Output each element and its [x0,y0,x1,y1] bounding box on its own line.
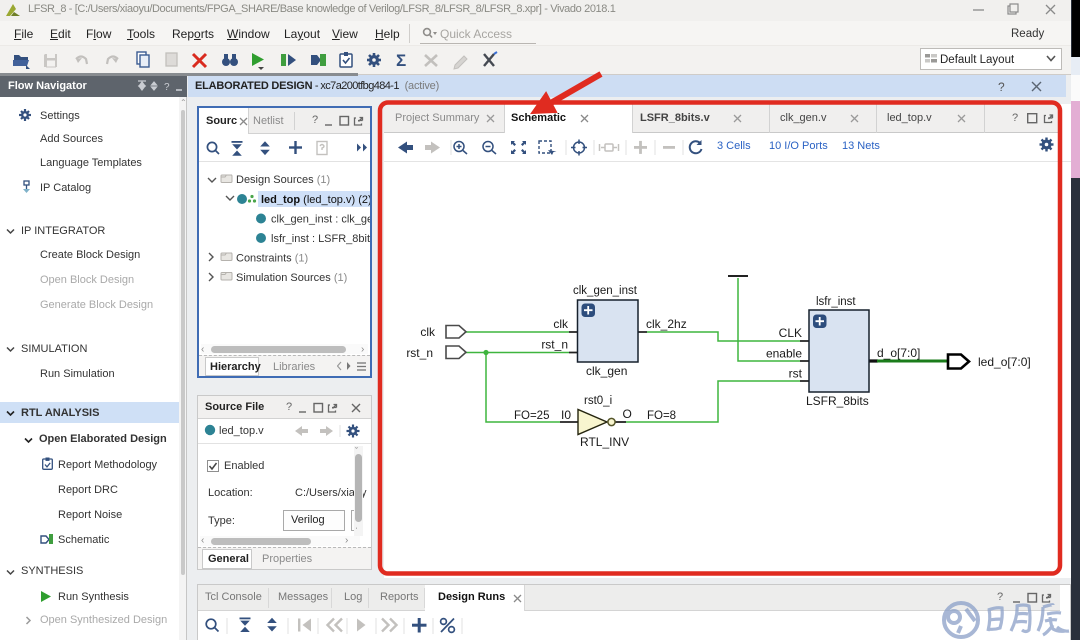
svg-text:RTL_INV: RTL_INV [580,435,629,449]
svg-text:clk: clk [420,325,436,339]
svg-text:Design Sources (1): Design Sources (1) [236,174,330,186]
svg-text:led_o[7:0]: led_o[7:0] [978,355,1031,369]
svg-text:Σ: Σ [396,51,406,70]
svg-text:clk_gen_inst: clk_gen_inst [573,285,638,297]
svg-text:I0: I0 [561,408,571,422]
svg-text:lsfr_inst : LSFR_8bits: lsfr_inst : LSFR_8bits [271,233,370,245]
svg-text:rst_n: rst_n [406,346,433,360]
svg-text:clk_gen_inst : clk_ger: clk_gen_inst : clk_ger [271,214,370,226]
svg-text:Simulation Sources (1): Simulation Sources (1) [236,272,347,284]
svg-text:FO=8: FO=8 [647,410,676,422]
svg-text:CLK: CLK [779,326,802,340]
svg-text:LSFR_8bits: LSFR_8bits [806,394,869,408]
svg-text:FO=25: FO=25 [514,410,549,422]
svg-text:rst: rst [789,367,803,381]
svg-text:clk_2hz: clk_2hz [646,317,687,331]
svg-text:rst_n: rst_n [541,338,568,352]
svg-text:d_o[7:0]: d_o[7:0] [877,346,920,360]
svg-text:?: ? [164,82,170,93]
svg-text:rst0_i: rst0_i [584,395,612,407]
svg-text:Constraints (1): Constraints (1) [236,253,308,265]
svg-text:clk_gen: clk_gen [586,364,627,378]
svg-text:led_top (led_top.v) (2): led_top (led_top.v) (2) [261,194,370,206]
svg-text:O: O [623,407,632,421]
svg-text:lsfr_inst: lsfr_inst [816,296,856,308]
svg-text:clk: clk [553,317,569,331]
svg-text:enable: enable [766,347,802,361]
